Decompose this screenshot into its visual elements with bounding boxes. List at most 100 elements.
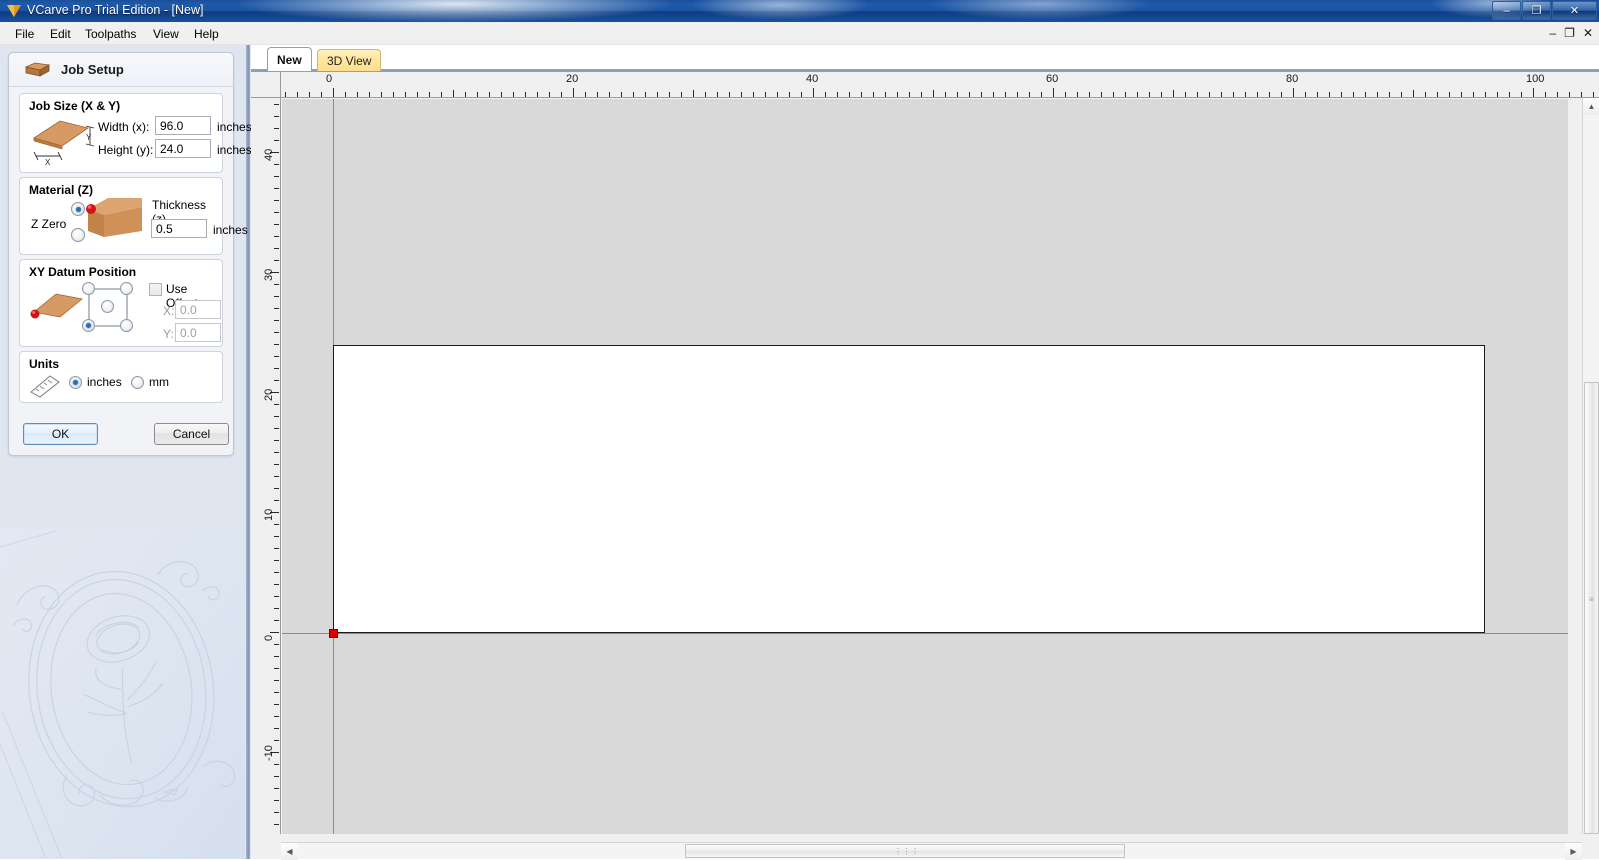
ruler-tick [1437,92,1438,97]
xy-datum-title: XY Datum Position [29,265,137,279]
cancel-button[interactable]: Cancel [154,423,229,445]
ruler-tick [274,572,279,573]
ruler-tick [801,92,802,97]
ruler-tick [381,92,382,97]
ruler-icon [30,375,60,398]
ruler-tick [274,224,279,225]
vertical-thumb-grip: ≡ [1589,595,1595,604]
datum-origin-marker[interactable] [329,629,338,638]
ruler-label: 20 [566,73,579,85]
window-titlebar: VCarve Pro Trial Edition - [New] – ❐ ✕ [0,0,1599,22]
ruler-tick [1125,92,1126,97]
units-mm-radio[interactable] [131,376,144,389]
ruler-tick [1353,92,1354,97]
mdi-minimize-button[interactable]: – [1549,27,1556,39]
datum-center-radio[interactable] [101,300,114,313]
drawing-pane: New 3D View 0 20 40 60 80 100 -10 0 10 20 30 40 ▲ … [251,45,1599,860]
ruler-tick [1365,92,1366,97]
datum-bottom-right-radio[interactable] [120,319,133,332]
svg-text:Y: Y [86,133,92,142]
ok-button[interactable]: OK [23,423,98,445]
ruler-tick [621,92,622,97]
ruler-tick [909,92,910,97]
ruler-tick [274,200,279,201]
units-inches-radio[interactable] [69,376,82,389]
menu-help[interactable]: Help [187,26,226,43]
offset-y-label: Y: [163,327,174,341]
design-viewport[interactable] [282,99,1568,834]
tab-new[interactable]: New [267,47,312,71]
ruler-tick [429,92,430,97]
ruler-tick [1065,92,1066,97]
window-minimize-button[interactable]: – [1492,1,1521,20]
ruler-tick [274,404,279,405]
width-units-label: inches [217,120,252,134]
vertical-scroll-thumb[interactable]: ≡ [1584,382,1599,834]
ruler-tick [441,92,442,97]
ruler-tick [1089,92,1090,97]
ruler-label: 100 [1526,73,1545,85]
ruler-tick [274,284,279,285]
datum-top-right-radio[interactable] [120,282,133,295]
ruler-tick [274,584,279,585]
ruler-tick [274,500,279,501]
window-close-button[interactable]: ✕ [1552,1,1597,20]
ruler-label: 20 [263,388,275,401]
ruler-tick [274,656,279,657]
ruler-tick [1305,92,1306,97]
offset-y-input[interactable] [175,323,221,342]
ruler-tick [1053,88,1054,97]
horizontal-scrollbar[interactable]: ◀ ▶ ⋮⋮⋮ [281,842,1582,860]
ruler-tick [969,92,970,97]
decorative-carving-watermark [0,529,245,859]
ruler-tick [489,92,490,97]
height-input[interactable] [155,139,211,158]
ruler-tick [274,176,279,177]
ruler-tick [274,620,279,621]
scrollbar-corner [1582,842,1599,859]
mdi-window-controls: – ❐ ✕ [1549,27,1593,39]
vertical-ruler[interactable]: -10 0 10 20 30 40 [251,98,281,834]
ruler-tick [885,92,886,97]
ruler-tick [274,236,279,237]
mdi-restore-button[interactable]: ❐ [1564,27,1575,39]
ruler-tick [1329,92,1330,97]
zzero-label: Z Zero [31,217,67,231]
scroll-right-button[interactable]: ▶ [1565,843,1582,860]
ruler-tick [309,92,310,97]
offset-x-input[interactable] [175,300,221,319]
ruler-tick [453,90,454,97]
ruler-tick [1161,92,1162,97]
material-boundary-rect[interactable] [333,345,1485,633]
use-offset-checkbox[interactable] [149,283,162,296]
height-label: Height (y): [98,143,154,157]
horizontal-scroll-thumb[interactable]: ⋮⋮⋮ [685,844,1125,858]
thickness-input[interactable] [151,219,207,238]
datum-bottom-left-radio[interactable] [82,319,95,332]
ruler-tick [1173,90,1174,97]
ruler-tick [274,548,279,549]
ruler-tick [609,92,610,97]
window-maximize-button[interactable]: ❐ [1522,1,1551,20]
menu-file[interactable]: File [8,26,41,43]
mdi-close-button[interactable]: ✕ [1583,27,1593,39]
ruler-tick [274,644,279,645]
ruler-tick [274,464,279,465]
ruler-tick [274,104,279,105]
scroll-left-button[interactable]: ◀ [281,843,298,860]
width-input[interactable] [155,116,211,135]
ruler-tick [1389,92,1390,97]
ruler-tick [693,90,694,97]
menu-toolpaths[interactable]: Toolpaths [78,26,143,43]
tab-3d-view[interactable]: 3D View [317,49,382,71]
horizontal-ruler[interactable]: 0 20 40 60 80 100 [281,72,1599,98]
ruler-corner [251,72,281,98]
datum-top-left-radio[interactable] [82,282,95,295]
ruler-tick [513,92,514,97]
xy-datum-group: XY Datum Position Use Offset X: Y: [19,259,223,347]
scroll-up-button[interactable]: ▲ [1583,98,1599,115]
menu-edit[interactable]: Edit [43,26,78,43]
menu-view[interactable]: View [146,26,186,43]
ruler-tick [945,92,946,97]
vertical-scrollbar[interactable]: ▲ ≡ [1582,98,1599,834]
